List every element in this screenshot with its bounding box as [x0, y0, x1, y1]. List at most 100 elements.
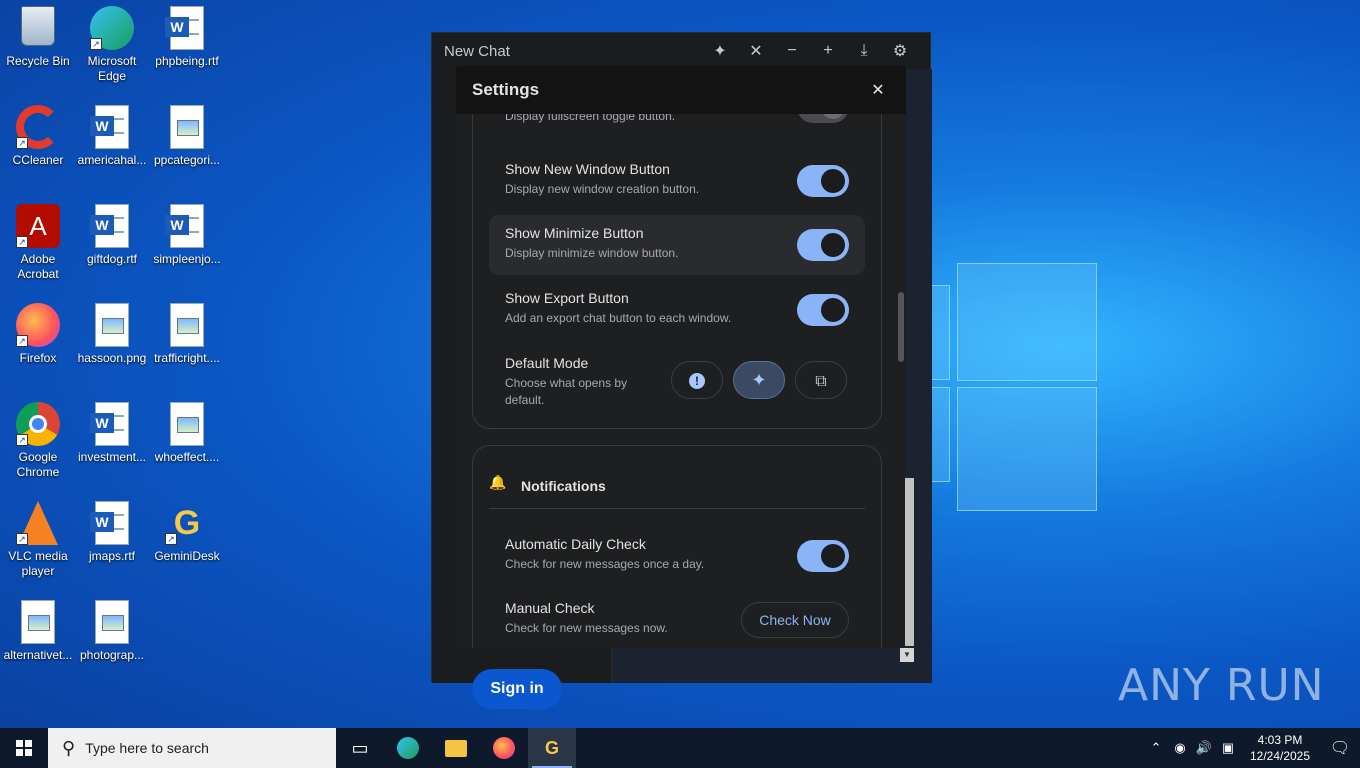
export-title: Show Export Button	[505, 290, 629, 306]
volume-icon[interactable]: 🔊	[1192, 740, 1216, 756]
alert-icon: !	[689, 373, 705, 390]
settings-body[interactable]: Display fullscreen toggle button. Show N…	[456, 114, 906, 648]
desktop-icon[interactable]: Recycle Bin	[0, 6, 76, 69]
mode-sparkle-button[interactable]: ✦	[733, 361, 785, 399]
taskbar-explorer[interactable]	[432, 728, 480, 768]
image-file-icon	[165, 402, 209, 446]
shortcut-arrow-icon: ↗	[16, 533, 28, 545]
notification-icon[interactable]: 🗨	[1320, 738, 1360, 758]
desktop-icon-label: phpbeing.rtf	[155, 54, 219, 68]
clock-date: 12/24/2025	[1249, 749, 1311, 763]
search-icon: ⚲	[62, 737, 76, 758]
app-title: New Chat	[444, 42, 510, 60]
fullscreen-toggle[interactable]	[797, 114, 849, 123]
task-view-button[interactable]: ▭	[336, 728, 384, 768]
close-icon[interactable]: ✕	[866, 80, 890, 100]
check-now-button[interactable]: Check Now	[741, 602, 849, 638]
desktop-icon-label: giftdog.rtf	[86, 252, 138, 266]
vlc-icon: ↗	[16, 501, 60, 545]
desktop-icon[interactable]: whoeffect....	[149, 402, 225, 465]
desktop-icon[interactable]: Wgiftdog.rtf	[74, 204, 150, 267]
new-window-icon[interactable]: +	[810, 42, 846, 60]
desktop-icon-label: investment...	[77, 450, 147, 464]
desktop-icon[interactable]: ↗ Google Chrome	[0, 402, 76, 480]
mode-new-chat-button[interactable]: ⧉	[795, 361, 847, 399]
clock[interactable]: 4:03 PM 12/24/2025	[1240, 732, 1320, 764]
desktop-icon-label: whoeffect....	[154, 450, 220, 464]
desktop-icon[interactable]: Wphpbeing.rtf	[149, 6, 225, 69]
chat-scrollbar[interactable]	[905, 478, 914, 646]
sparkle-icon: ✦	[751, 370, 767, 390]
close-icon[interactable]: ✕	[738, 41, 774, 61]
desktop-icon[interactable]: G ↗ GeminiDesk	[149, 501, 225, 564]
sign-in-button[interactable]: Sign in	[472, 669, 562, 709]
desktop-icon-label: CCleaner	[12, 153, 64, 167]
firefox-icon	[493, 737, 515, 759]
desktop-icon[interactable]: ↗ Firefox	[0, 303, 76, 366]
new-window-toggle[interactable]	[797, 165, 849, 197]
desktop-icon-label: hassoon.png	[77, 351, 147, 365]
meet-now-icon[interactable]: ◉	[1168, 740, 1192, 756]
desktop-icon[interactable]: Wjmaps.rtf	[74, 501, 150, 564]
minimize-title: Show Minimize Button	[505, 225, 644, 241]
manual-check-desc: Check for new messages now.	[505, 621, 668, 635]
edge-icon	[397, 737, 419, 759]
auto-check-row: Automatic Daily Check Check for new mess…	[489, 526, 865, 586]
shortcut-arrow-icon: ↗	[16, 137, 28, 149]
scroll-down-arrow-icon[interactable]: ▼	[900, 648, 914, 662]
word-doc-icon: W	[90, 204, 134, 248]
desktop-icon-label: photograp...	[79, 648, 145, 662]
anyrun-watermark: ANY RUN	[1118, 660, 1325, 711]
app-titlebar: New Chat ✦ ✕ − + ⤓ ⚙	[432, 33, 930, 69]
start-button[interactable]	[0, 728, 48, 768]
notifications-card: 🔔 Notifications Automatic Daily Check Ch…	[472, 445, 882, 648]
export-toggle[interactable]	[797, 294, 849, 326]
settings-header: Settings ✕	[456, 66, 906, 114]
word-doc-icon: W	[165, 204, 209, 248]
taskbar-edge[interactable]	[384, 728, 432, 768]
taskbar-search[interactable]: ⚲ Type here to search	[48, 728, 336, 768]
minimize-toggle[interactable]	[797, 229, 849, 261]
taskbar-geminidesk[interactable]: G	[528, 728, 576, 768]
minimize-row: Show Minimize Button Display minimize wi…	[489, 215, 865, 275]
windows-start-icon	[16, 740, 32, 756]
auto-check-title: Automatic Daily Check	[505, 536, 646, 552]
image-file-icon	[165, 105, 209, 149]
desktop-icon-label: ppcategori...	[153, 153, 221, 167]
settings-scrollbar[interactable]	[898, 292, 904, 362]
desktop-icon-label: GeminiDesk	[154, 549, 220, 563]
desktop-icon[interactable]: ppcategori...	[149, 105, 225, 168]
export-row: Show Export Button Add an export chat bu…	[489, 280, 865, 340]
desktop-icon[interactable]: Wsimpleenjo...	[149, 204, 225, 267]
minimize-icon[interactable]: −	[774, 42, 810, 60]
settings-dialog: Settings ✕ Display fullscreen toggle but…	[456, 66, 906, 648]
ccleaner-icon: ↗	[16, 105, 60, 149]
chevron-up-icon[interactable]: ⌃	[1144, 740, 1168, 756]
desktop-icon[interactable]: A ↗ Adobe Acrobat	[0, 204, 76, 282]
auto-check-toggle[interactable]	[797, 540, 849, 572]
network-icon[interactable]: ▣	[1216, 740, 1240, 756]
sparkle-icon[interactable]: ✦	[702, 41, 738, 61]
desktop-icon[interactable]: ↗ CCleaner	[0, 105, 76, 168]
gear-icon[interactable]: ⚙	[882, 41, 918, 61]
desktop-icon[interactable]: trafficright....	[149, 303, 225, 366]
word-doc-icon: W	[90, 501, 134, 545]
word-doc-icon: W	[90, 105, 134, 149]
chrome-icon: ↗	[16, 402, 60, 446]
download-icon[interactable]: ⤓	[846, 42, 882, 60]
desktop-icon[interactable]: alternativet...	[0, 600, 76, 663]
settings-title: Settings	[472, 80, 540, 99]
default-mode-desc: Choose what opens by default.	[505, 376, 628, 407]
desktop-icon[interactable]: Wamericahal...	[74, 105, 150, 168]
desktop-icon[interactable]: photograp...	[74, 600, 150, 663]
desktop-icon[interactable]: Winvestment...	[74, 402, 150, 465]
taskbar: ⚲ Type here to search ▭ G ⌃ ◉ 🔊 ▣ 4:03 P…	[0, 728, 1360, 768]
shortcut-arrow-icon: ↗	[16, 236, 28, 248]
desktop-icon[interactable]: ↗ VLC media player	[0, 501, 76, 579]
mode-alert-button[interactable]: !	[671, 361, 723, 399]
desktop-icon[interactable]: ↗ Microsoft Edge	[74, 6, 150, 84]
desktop-icon[interactable]: hassoon.png	[74, 303, 150, 366]
taskbar-firefox[interactable]	[480, 728, 528, 768]
windows-wallpaper-logo	[905, 255, 1100, 515]
default-mode-title: Default Mode	[505, 355, 589, 371]
